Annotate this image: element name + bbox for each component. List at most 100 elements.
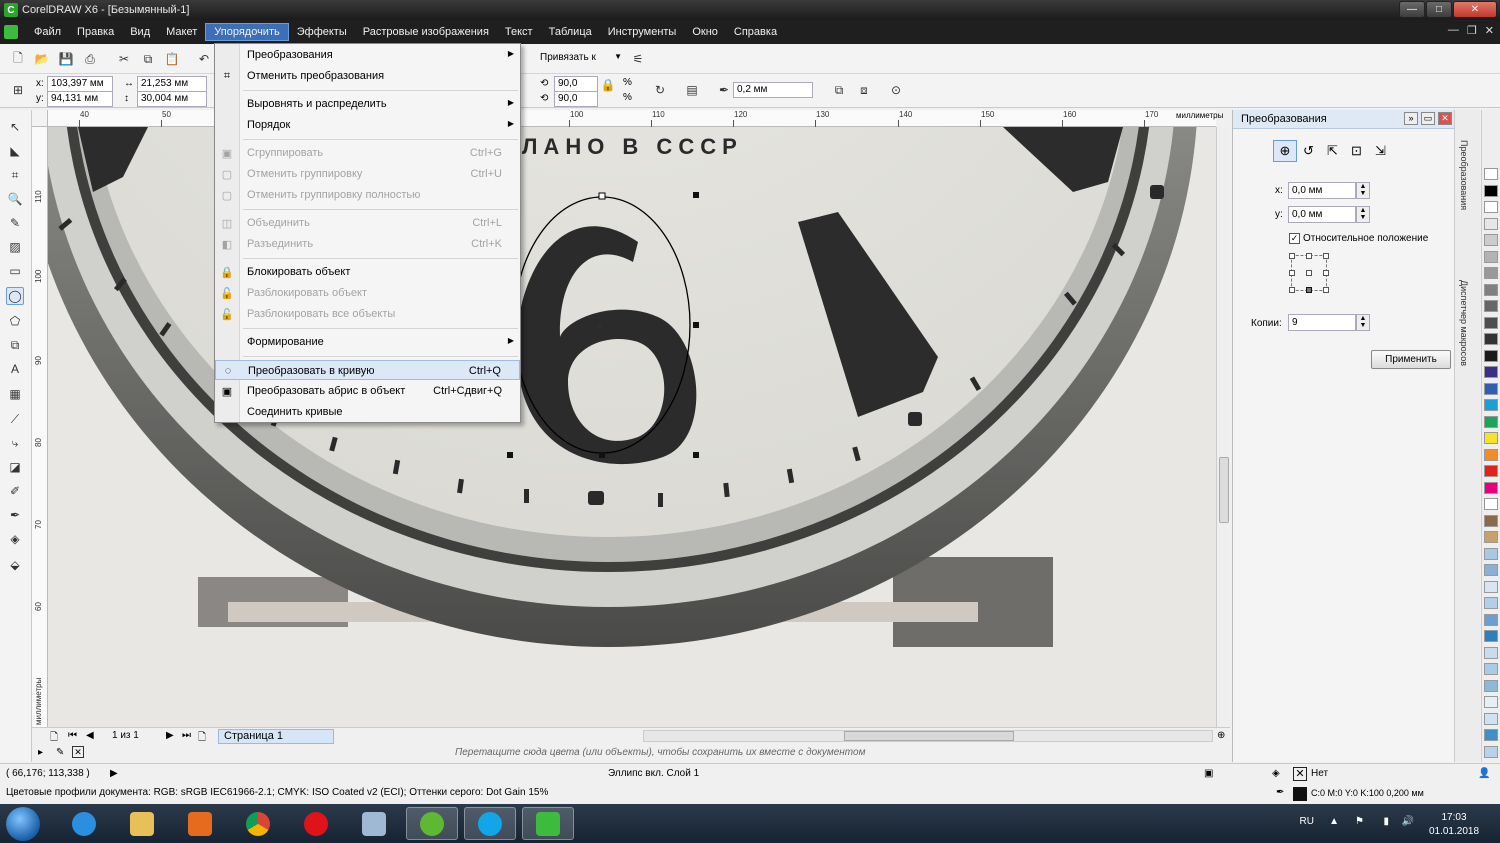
width-field[interactable]: 21,253 мм (137, 76, 207, 92)
zoom-tool-icon[interactable]: 🔍 (6, 190, 24, 208)
menu-layout[interactable]: Макет (158, 24, 205, 40)
blend-tool-icon[interactable]: ◪ (6, 458, 24, 476)
menu-effects[interactable]: Эффекты (289, 24, 355, 40)
menu-help[interactable]: Справка (726, 24, 785, 40)
zoom-navigator-icon[interactable]: ⊕ (1217, 730, 1225, 741)
color-swatch[interactable] (1484, 514, 1498, 527)
apply-button[interactable]: Применить (1371, 350, 1451, 369)
menu-item[interactable]: ⌗ Отменить преобразования (215, 66, 520, 86)
color-swatch[interactable] (1484, 168, 1498, 180)
color-swatch[interactable] (1484, 498, 1498, 510)
color-swatch[interactable] (1484, 415, 1498, 428)
taskbar-ie-icon[interactable] (58, 807, 110, 840)
menu-tools[interactable]: Инструменты (600, 24, 685, 40)
anchor-grid[interactable] (1289, 253, 1329, 293)
color-swatch[interactable] (1484, 580, 1498, 593)
connector-tool-icon[interactable]: ⤷ (6, 434, 24, 452)
scale-mode-icon[interactable]: ⇱ (1327, 143, 1338, 159)
color-swatch[interactable] (1484, 333, 1498, 345)
relative-position-checkbox[interactable]: ✓ (1289, 233, 1300, 244)
color-swatch[interactable] (1484, 382, 1498, 395)
eyedropper-tool-icon[interactable]: ✐ (6, 482, 24, 500)
outline-width-field[interactable]: 0,2 мм (733, 82, 813, 98)
document-menu-icon[interactable] (4, 25, 18, 39)
tab-macro-manager[interactable]: Диспетчер макросов (1459, 280, 1469, 366)
text-tool-icon[interactable]: A (6, 360, 24, 378)
docker-minimize-icon[interactable]: ▭ (1421, 112, 1435, 125)
menu-window[interactable]: Окно (684, 24, 726, 40)
color-swatch[interactable] (1484, 366, 1498, 378)
color-swatch[interactable] (1484, 712, 1498, 725)
undo-icon[interactable]: ↶ (196, 51, 212, 67)
x-offset-spinner[interactable]: ▲ ▼ (1356, 182, 1370, 199)
color-swatch[interactable] (1484, 432, 1498, 444)
color-swatch[interactable] (1484, 729, 1498, 741)
color-swatch[interactable] (1484, 597, 1498, 609)
next-page-icon[interactable]: ▶ (166, 730, 174, 741)
object-origin-icon[interactable]: ⊞ (10, 82, 26, 98)
menu-bitmaps[interactable]: Растровые изображения (355, 24, 497, 40)
color-swatch[interactable] (1484, 234, 1498, 246)
color-swatch[interactable] (1484, 679, 1498, 692)
color-swatch[interactable] (1484, 267, 1498, 279)
wrap-text-icon[interactable]: ▤ (684, 82, 700, 98)
menu-item[interactable]: ▣ Сгруппировать Ctrl+G (215, 143, 520, 163)
taskbar-skype-icon[interactable] (464, 807, 516, 840)
polygon-tool-icon[interactable]: ⬠ (6, 312, 24, 330)
color-swatch[interactable] (1484, 630, 1498, 642)
color-swatch[interactable] (1484, 300, 1498, 312)
copies-spinner[interactable]: ▲ ▼ (1356, 314, 1370, 331)
cut-icon[interactable]: ✂ (116, 51, 132, 67)
menu-item[interactable]: Выровнять и распределить ▶ (215, 94, 520, 114)
vertical-scrollbar[interactable] (1216, 127, 1230, 727)
vertical-ruler[interactable]: 110 100 90 80 70 60 миллиметры (32, 127, 48, 727)
menu-item[interactable]: ▢ Отменить группировку полностью (215, 185, 520, 205)
horizontal-scrollbar[interactable] (643, 730, 1213, 742)
menu-file[interactable]: Файл (26, 24, 69, 40)
palette-play-icon[interactable]: ▸ (38, 747, 43, 758)
size-mode-icon[interactable]: ⊡ (1351, 143, 1362, 159)
menu-table[interactable]: Таблица (541, 24, 600, 40)
position-mode-icon[interactable]: ⊕ (1273, 140, 1297, 162)
taskbar-coreldraw-icon[interactable] (522, 807, 574, 840)
network-icon[interactable]: ▮ (1383, 816, 1389, 827)
taskbar-chrome-icon[interactable] (232, 807, 284, 840)
color-swatch[interactable] (1484, 663, 1498, 675)
color-swatch[interactable] (1484, 696, 1498, 708)
horizontal-scroll-thumb[interactable] (844, 731, 1014, 741)
color-swatch[interactable] (1484, 613, 1498, 626)
tray-expand-icon[interactable]: ▲ (1329, 816, 1339, 827)
open-icon[interactable]: 📂 (34, 51, 50, 67)
y-offset-field[interactable]: 0,0 мм (1288, 206, 1356, 223)
user-icon[interactable]: 👤 (1478, 768, 1490, 779)
new-icon[interactable]: 🗋 (10, 51, 26, 67)
menu-item[interactable]: Порядок ▶ (215, 115, 520, 135)
menu-item[interactable]: Преобразования ▶ (215, 45, 520, 65)
taskbar-opera-icon[interactable] (290, 807, 342, 840)
color-profiles[interactable]: Цветовые профили документа: RGB: sRGB IE… (6, 787, 548, 798)
color-swatch[interactable] (1484, 531, 1498, 543)
height-field[interactable]: 30,004 мм (137, 91, 207, 107)
paste-icon[interactable]: 📋 (164, 51, 180, 67)
tray-flag-icon[interactable]: ⚑ (1355, 816, 1364, 827)
menu-arrange[interactable]: Упорядочить (205, 23, 289, 41)
menu-view[interactable]: Вид (122, 24, 158, 40)
menu-edit[interactable]: Правка (69, 24, 122, 40)
basic-shapes-icon[interactable]: ⧉ (6, 336, 24, 354)
lock-ratio-icon[interactable]: 🔒 (600, 77, 616, 93)
fill-bucket-icon[interactable]: ◈ (1272, 768, 1280, 779)
fill-tool-icon[interactable]: ◈ (6, 530, 24, 548)
to-back-icon[interactable]: ⧈ (856, 82, 872, 98)
y-offset-spinner[interactable]: ▲ ▼ (1356, 206, 1370, 223)
pick-tool-icon[interactable]: ↖ (6, 118, 24, 136)
status-options-icon[interactable]: ▣ (1204, 768, 1213, 779)
color-swatch[interactable] (1484, 481, 1498, 494)
taskbar-utorrent-icon[interactable] (406, 807, 458, 840)
rotate-icon[interactable]: ↻ (652, 82, 668, 98)
y-position-field[interactable]: 94,131 мм (47, 91, 113, 107)
no-color-icon[interactable]: ✕ (72, 746, 84, 758)
color-swatch[interactable] (1484, 745, 1498, 758)
scale-height-field[interactable]: 90,0 (554, 91, 598, 107)
save-icon[interactable]: 💾 (58, 51, 74, 67)
first-page-icon[interactable]: ⏮ (68, 730, 77, 741)
